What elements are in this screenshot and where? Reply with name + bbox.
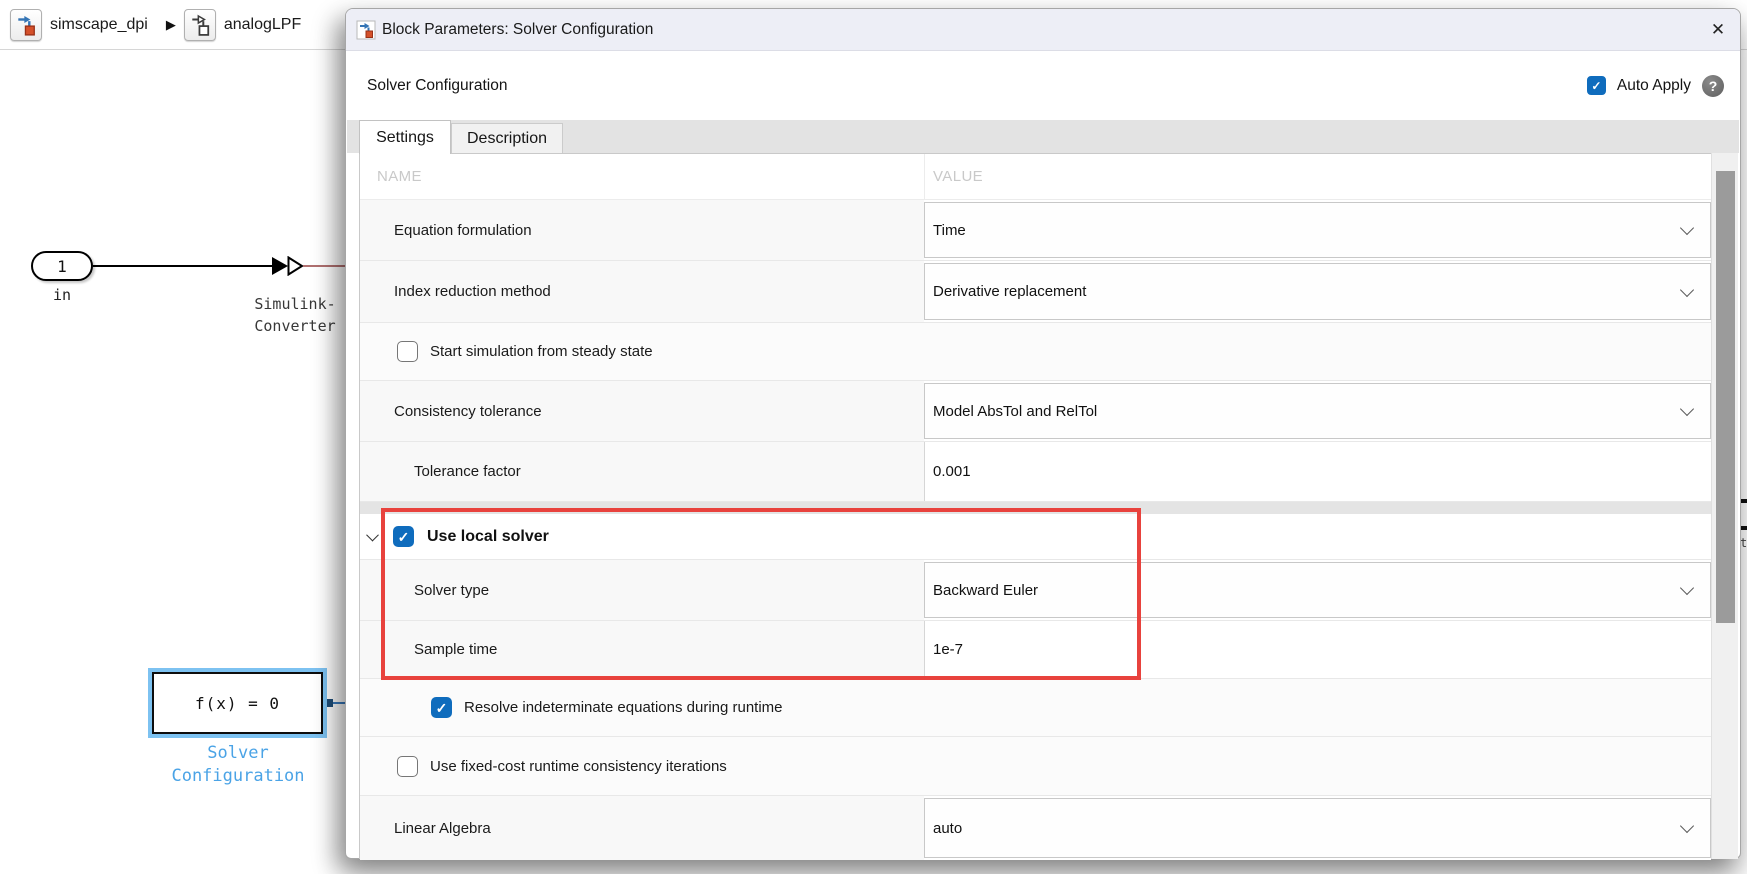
param-name-linear-algebra: Linear Algebra (360, 796, 924, 860)
table-row: Linear Algebra auto (360, 796, 1711, 860)
physical-wire[interactable] (303, 265, 347, 267)
fixed-cost-label: Use fixed-cost runtime consistency itera… (430, 757, 727, 775)
chevron-down-icon (1679, 220, 1695, 236)
section-separator (360, 502, 1711, 514)
screen: simscape_dpi ▶ analogLPF 1 in Simulink- (0, 0, 1747, 874)
resolve-indeterminate-label: Resolve indeterminate equations during r… (464, 699, 783, 716)
steady-state-checkbox[interactable]: ✓ (397, 341, 418, 362)
converter-label-line2: Converter (254, 317, 336, 335)
help-icon[interactable]: ? (1702, 74, 1724, 97)
use-local-solver-label: Use local solver (427, 527, 549, 545)
simulink-model-icon (18, 15, 35, 36)
vertical-scrollbar[interactable] (1711, 153, 1738, 859)
breadcrumb-label-model[interactable]: simscape_dpi (50, 16, 148, 34)
index-reduction-select[interactable]: Derivative replacement (924, 263, 1711, 320)
auto-apply-label: Auto Apply (1616, 76, 1691, 94)
tolerance-factor-input[interactable]: 0.001 (924, 442, 1711, 501)
solver-block-label: Solver Configuration (123, 742, 353, 788)
fixed-cost-checkbox[interactable]: ✓ (397, 755, 418, 777)
table-row: Equation formulation Time (360, 200, 1711, 261)
clipped-block-port (1741, 526, 1747, 530)
subsystem-icon (192, 14, 209, 36)
solver-label-line2: Configuration (171, 766, 305, 786)
breadcrumb-label-subsystem[interactable]: analogLPF (224, 16, 301, 34)
table-row: Solver type Backward Euler (360, 560, 1711, 621)
dialog-subheader: Solver Configuration ✓ Auto Apply ? (346, 51, 1740, 120)
scrollbar-thumb[interactable] (1716, 171, 1735, 623)
resolve-indeterminate-checkbox[interactable]: ✓ (431, 697, 452, 718)
check-icon: ✓ (435, 699, 448, 716)
converter-block-label: Simulink- Converter (235, 293, 355, 337)
breadcrumb-item-subsystem[interactable] (183, 8, 216, 41)
select-value: Backward Euler (933, 581, 1039, 599)
inport-block[interactable]: 1 (31, 251, 93, 281)
param-name-solver-type: Solver type (360, 560, 924, 620)
solver-label-line1: Solver (207, 743, 269, 763)
clipped-block-port (1741, 499, 1747, 503)
dialog-titlebar: Block Parameters: Solver Configuration ✕ (346, 9, 1740, 51)
tab-description[interactable]: Description (451, 123, 563, 153)
solver-configuration-block[interactable]: f(x) = 0 (148, 668, 327, 738)
clipped-block-label: t (1740, 536, 1747, 550)
dialog-title: Block Parameters: Solver Configuration (382, 21, 654, 38)
consistency-tolerance-select[interactable]: Model AbsTol and RelTol (924, 383, 1711, 439)
select-value: Derivative replacement (933, 283, 1087, 300)
param-name-consistency-tolerance: Consistency tolerance (360, 381, 924, 441)
check-icon: ✓ (397, 528, 410, 545)
block-parameters-dialog: Block Parameters: Solver Configuration ✕… (345, 8, 1741, 860)
inport-number: 1 (57, 256, 67, 276)
linear-algebra-select[interactable]: auto (924, 798, 1711, 858)
table-row: ✓ Resolve indeterminate equations during… (360, 679, 1711, 737)
table-row: ✓ Use local solver (360, 514, 1711, 560)
auto-apply-checkbox[interactable]: ✓ (1586, 76, 1606, 95)
signal-wire[interactable] (93, 265, 273, 267)
table-header: NAME VALUE (360, 154, 1711, 200)
select-value: Model AbsTol and RelTol (933, 402, 1098, 420)
collapse-chevron-icon[interactable] (366, 528, 379, 542)
chevron-down-icon (1679, 580, 1695, 596)
solver-block-face: f(x) = 0 (152, 672, 323, 734)
simulink-model-icon (356, 20, 376, 40)
table-row: ✓ Use fixed-cost runtime consistency ite… (360, 737, 1711, 796)
param-name-tolerance-factor: Tolerance factor (360, 442, 924, 501)
select-value: Time (933, 221, 966, 239)
chevron-down-icon (1679, 818, 1695, 834)
chevron-down-icon (1679, 282, 1695, 297)
table-row: Index reduction method Derivative replac… (360, 261, 1711, 323)
converter-label-line1: Simulink- (254, 295, 336, 313)
table-row: Consistency tolerance Model AbsTol and R… (360, 381, 1711, 442)
close-icon[interactable]: ✕ (1706, 18, 1730, 42)
param-name-sample-time: Sample time (360, 621, 924, 678)
param-name-index-reduction: Index reduction method (360, 261, 924, 322)
param-name-equation-formulation: Equation formulation (360, 200, 924, 260)
table-row: Tolerance factor 0.001 (360, 442, 1711, 502)
breadcrumb-item-model[interactable] (10, 8, 42, 41)
steady-state-label: Start simulation from steady state (430, 343, 653, 360)
arrowhead-hollow-icon (287, 256, 304, 276)
arrowhead-solid-icon (272, 257, 288, 275)
value-column-header: VALUE (924, 154, 1711, 199)
name-column-header: NAME (377, 168, 422, 185)
tab-strip: Settings Description (347, 120, 1739, 154)
equation-formulation-select[interactable]: Time (924, 202, 1711, 258)
solver-type-select[interactable]: Backward Euler (924, 562, 1711, 618)
chevron-down-icon (1679, 401, 1695, 417)
use-local-solver-checkbox[interactable]: ✓ (393, 526, 414, 547)
inport-block-label: in (52, 286, 72, 304)
check-icon: ✓ (1591, 78, 1602, 93)
block-type-label: Solver Configuration (367, 77, 508, 94)
parameter-table: NAME VALUE Equation formulation Time Ind… (359, 153, 1712, 860)
table-row: Sample time 1e-7 (360, 621, 1711, 679)
table-row: ✓ Start simulation from steady state (360, 323, 1711, 381)
breadcrumb-separator-icon: ▶ (165, 16, 176, 32)
tab-settings[interactable]: Settings (359, 120, 451, 154)
sample-time-input[interactable]: 1e-7 (924, 621, 1711, 678)
select-value: auto (933, 819, 963, 837)
